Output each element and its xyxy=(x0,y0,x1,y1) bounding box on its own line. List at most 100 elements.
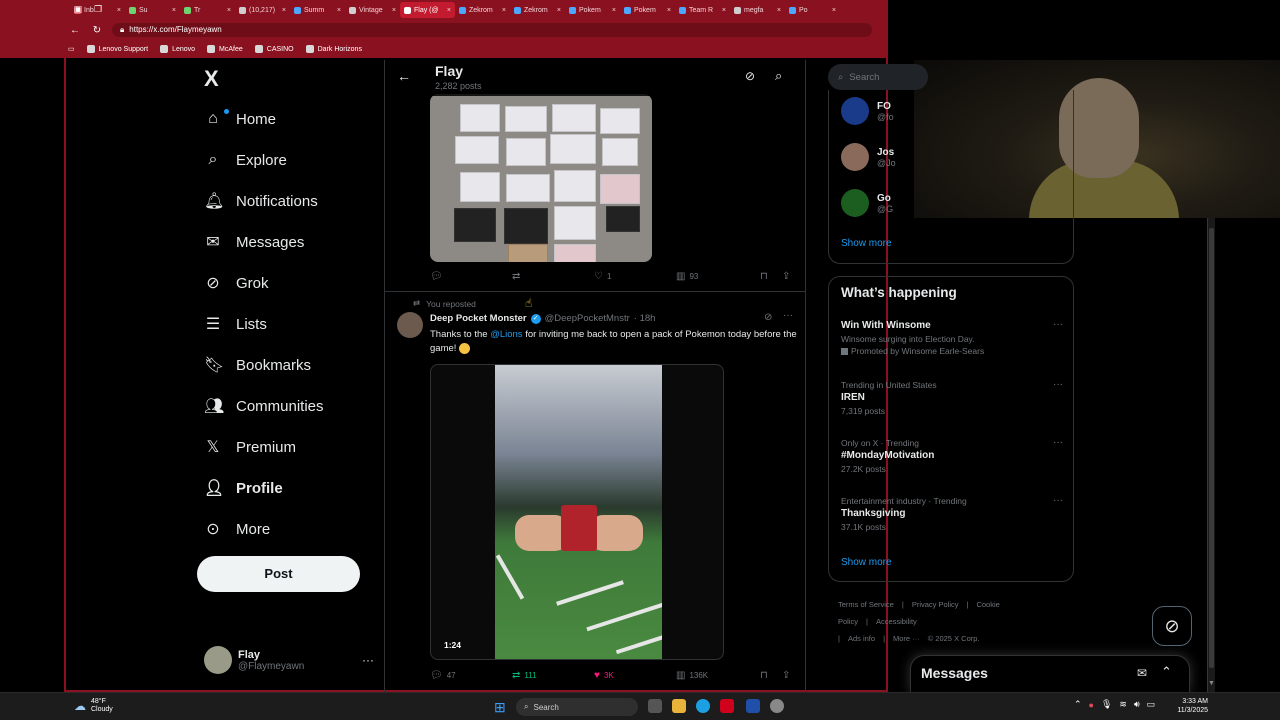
settings-gear-icon[interactable] xyxy=(770,699,784,713)
grok-icon[interactable]: ⊘ xyxy=(745,69,755,83)
nav-item-explore[interactable]: ⌕ Explore xyxy=(204,145,287,175)
clock-time: 3:33 AM xyxy=(1182,698,1208,705)
expand-chevron-icon[interactable]: ⌃ xyxy=(1161,664,1172,680)
footer-link[interactable]: Terms of Service xyxy=(838,600,894,609)
app-tray-icon[interactable]: ● xyxy=(1089,700,1094,710)
search-icon: ⌕ xyxy=(838,71,844,83)
nav-item-communities[interactable]: 👥︎ Communities xyxy=(204,391,324,421)
like-button[interactable]: ♥ 3K xyxy=(594,670,614,681)
author-handle[interactable]: @DeepPocketMnstr xyxy=(545,313,630,324)
more-circle-icon: ⊙ xyxy=(206,521,220,538)
footer-link[interactable]: © 2025 X Corp. xyxy=(928,634,980,643)
weather-desc: Cloudy xyxy=(91,706,113,713)
like-button[interactable]: ♡ 1 xyxy=(594,271,611,282)
battery-icon[interactable]: ▭ xyxy=(1147,699,1156,710)
share-button[interactable]: ⇪ xyxy=(782,670,790,681)
footer-separator: | xyxy=(901,600,904,609)
bookmark-icon: ⊓ xyxy=(760,270,768,282)
nav-item-bookmarks[interactable]: 🔖︎ Bookmarks xyxy=(204,350,311,380)
views-button[interactable]: ▥ 93 xyxy=(676,271,698,282)
more-dots-icon[interactable]: ··· xyxy=(783,310,793,321)
more-dots-icon[interactable]: ··· xyxy=(1053,437,1063,448)
trend-item[interactable]: Trending in United States IREN 7,319 posts… xyxy=(841,379,1063,417)
post-time[interactable]: · 18h xyxy=(634,313,656,324)
footer-link[interactable]: Accessibility xyxy=(876,617,917,626)
wifi-icon[interactable]: ≋ xyxy=(1119,699,1127,710)
nav-item-lists[interactable]: ☰ Lists xyxy=(204,309,267,339)
mention-link[interactable]: @Lions xyxy=(490,329,522,340)
task-view-icon[interactable] xyxy=(648,699,662,713)
reply-count: 47 xyxy=(446,670,456,680)
repost-button[interactable]: ⇄ 111 xyxy=(512,670,537,681)
reply-button[interactable]: 💬︎ 47 xyxy=(430,670,456,681)
repost-button[interactable]: ⇄ xyxy=(512,271,524,282)
messages-drawer-title: Messages xyxy=(921,665,988,681)
follow-suggestion[interactable]: Go @G xyxy=(841,188,1061,218)
more-dots-icon[interactable]: ··· xyxy=(1053,495,1063,506)
views-button[interactable]: ▥ 136K xyxy=(676,670,708,681)
footer-link[interactable]: Ads info xyxy=(848,634,875,643)
nav-item-label: Bookmarks xyxy=(236,356,312,374)
nav-item-premium[interactable]: 𝕏 Premium xyxy=(204,432,296,462)
cloud-icon: ☁ xyxy=(74,699,86,713)
page-title: Flay xyxy=(435,63,464,79)
video-player[interactable]: 1:24 xyxy=(430,364,724,660)
account-switcher[interactable]: Flay @Flaymeyawn ··· xyxy=(204,644,374,676)
messages-drawer[interactable]: Messages ✉ ⌃ xyxy=(910,655,1190,692)
x-logo-icon[interactable]: X xyxy=(204,66,219,92)
footer-link[interactable]: More ··· xyxy=(893,634,920,643)
edge-browser-icon[interactable] xyxy=(696,699,710,713)
file-explorer-icon[interactable] xyxy=(672,699,686,713)
page-scrollbar[interactable]: ▼ xyxy=(1207,218,1215,692)
windows-start-icon[interactable]: ⊞ xyxy=(494,699,506,716)
bookmark-button[interactable]: ⊓ xyxy=(760,271,768,282)
video-frame xyxy=(495,365,662,659)
scrollbar-thumb[interactable] xyxy=(1209,228,1214,668)
search-input[interactable]: ⌕ Search xyxy=(828,64,928,90)
more-dots-icon[interactable]: ··· xyxy=(1053,319,1063,330)
reply-button[interactable]: 💬︎ xyxy=(430,271,447,282)
left-navigation: X ⌂ Home ⌕ Explore 🔔︎ Notifications ✉ Messages ⊘… xyxy=(196,60,384,692)
grok-icon[interactable]: ⊘ xyxy=(764,312,772,323)
follow-suggestion[interactable]: FO @fo xyxy=(841,96,1061,126)
more-dots-icon[interactable]: ··· xyxy=(362,653,374,667)
nav-item-grok[interactable]: ⊘ Grok xyxy=(204,268,268,298)
more-dots-icon[interactable]: ··· xyxy=(1053,379,1063,390)
show-more-link[interactable]: Show more xyxy=(841,557,892,568)
repost-count: 111 xyxy=(524,670,537,680)
follow-suggestion[interactable]: Jos @Jo xyxy=(841,142,1061,172)
avatar[interactable] xyxy=(397,312,423,338)
nav-item-notifications[interactable]: 🔔︎ Notifications xyxy=(204,186,318,216)
media-app-icon[interactable] xyxy=(720,699,734,713)
show-more-link[interactable]: Show more xyxy=(841,238,892,249)
microphone-icon[interactable]: 🎙︎ xyxy=(1101,699,1112,710)
search-icon[interactable]: ⌕ xyxy=(775,68,782,84)
trend-subtitle: 27.2K posts xyxy=(841,464,886,474)
post-button[interactable]: Post xyxy=(197,556,360,592)
post-image-cards[interactable] xyxy=(430,94,652,262)
chevron-up-icon[interactable]: ⌃ xyxy=(1074,699,1082,710)
bookmark-button[interactable]: ⊓ xyxy=(760,670,768,681)
nav-item-profile[interactable]: 👤︎ Profile xyxy=(204,473,283,503)
grok-floating-button[interactable]: ⊘ xyxy=(1152,606,1192,646)
trend-item[interactable]: Win With Winsome Winsome surging into Ele… xyxy=(841,319,1063,357)
share-button[interactable]: ⇪ xyxy=(782,271,790,282)
home-icon: ⌂ xyxy=(204,109,229,128)
back-arrow-icon[interactable]: ← xyxy=(397,68,411,84)
grok-icon: ⊘ xyxy=(206,275,220,292)
taskbar-clock[interactable]: 3:33 AM 11/3/2025 xyxy=(1172,697,1208,715)
volume-icon[interactable]: 🔊︎ xyxy=(1134,699,1140,710)
scroll-down-arrow-icon[interactable]: ▼ xyxy=(1208,680,1215,687)
trend-item[interactable]: Entertainment industry · Trending Thanksg… xyxy=(841,495,1063,533)
new-message-icon[interactable]: ✉ xyxy=(1137,666,1147,680)
nav-item-home[interactable]: ⌂ Home xyxy=(204,104,276,134)
taskbar-search[interactable]: ⌕ Search xyxy=(516,698,638,716)
person-icon: 👤︎ xyxy=(204,480,225,497)
nav-item-messages[interactable]: ✉ Messages xyxy=(204,227,304,257)
footer-link[interactable]: Privacy Policy xyxy=(912,600,959,609)
author-name[interactable]: Deep Pocket Monster xyxy=(430,313,527,324)
weather-widget[interactable]: ☁ 48°F Cloudy xyxy=(74,698,113,714)
nav-item-more[interactable]: ⊙ More xyxy=(204,514,270,544)
lenovo-app-icon[interactable] xyxy=(746,699,760,713)
trend-item[interactable]: Only on X · Trending #MondayMotivation 27.… xyxy=(841,437,1063,475)
